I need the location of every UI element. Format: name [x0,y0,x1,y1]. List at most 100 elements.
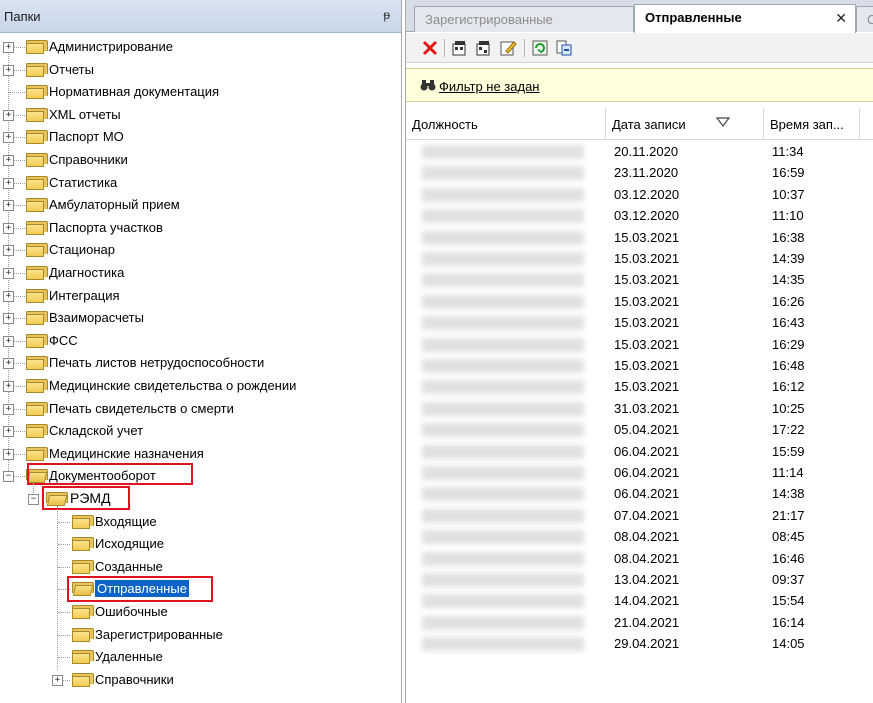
export-icon[interactable] [554,38,574,58]
close-icon[interactable]: ✕ [835,10,847,27]
redacted-cell [422,487,584,501]
tree-item[interactable]: + Паспорта участков [0,217,400,239]
tree-item[interactable]: Зарегистрированные [0,624,400,646]
table-row[interactable]: 06.04.2021 11:14 [406,462,873,484]
table-row[interactable]: 13.04.2021 09:37 [406,569,873,591]
expand-icon[interactable]: + [3,200,14,211]
expand-icon[interactable]: + [3,223,14,234]
table-row[interactable]: 15.03.2021 16:12 [406,376,873,398]
table-row[interactable]: 23.11.2020 16:59 [406,162,873,184]
tree-item[interactable]: Ошибочные [0,601,400,623]
tree-line [58,522,70,523]
tree-line [58,544,70,545]
refresh-icon[interactable] [530,38,550,58]
tab-registered[interactable]: Зарегистрированные [414,6,634,32]
tree-item[interactable]: + Справочники [0,669,400,691]
expand-icon[interactable]: + [3,178,14,189]
table-row[interactable]: 31.03.2021 10:25 [406,398,873,420]
tree-item[interactable]: Исходящие [0,533,400,555]
table-row[interactable]: 05.04.2021 17:22 [406,419,873,441]
column-header-position[interactable]: Должность [406,108,606,140]
tree-item[interactable]: + Печать свидетельств о смерти [0,398,400,420]
redacted-cell [422,402,584,416]
expand-icon[interactable]: + [3,381,14,392]
expand-icon[interactable]: + [3,245,14,256]
expand-icon[interactable]: + [3,155,14,166]
expand-icon[interactable]: + [3,336,14,347]
tree-item-label: Входящие [95,514,157,529]
properties-alt-icon[interactable] [474,38,494,58]
tree-item[interactable]: Входящие [0,511,400,533]
tree-item[interactable]: + Складской учет [0,420,400,442]
sort-down-icon[interactable] [715,116,731,131]
table-row[interactable]: 15.03.2021 16:48 [406,355,873,377]
expand-icon[interactable]: + [3,313,14,324]
table-row[interactable]: 15.03.2021 14:39 [406,248,873,270]
filter-link[interactable]: Фильтр не задан [439,79,540,94]
expand-icon[interactable]: + [3,358,14,369]
table-row[interactable]: 07.04.2021 21:17 [406,505,873,527]
tab-sent[interactable]: Отправленные ✕ [634,4,856,33]
table-row[interactable]: 29.04.2021 14:05 [406,633,873,655]
table-row[interactable]: 15.03.2021 14:35 [406,269,873,291]
date-cell: 31.03.2021 [614,401,680,416]
tree-item[interactable]: Созданные [0,556,400,578]
table-row[interactable]: 14.04.2021 15:54 [406,590,873,612]
table-row[interactable]: 15.03.2021 16:29 [406,334,873,356]
expand-icon[interactable]: + [3,449,14,460]
tree-item[interactable]: + Взаиморасчеты [0,307,400,329]
pin-icon[interactable]: ᵽ [383,8,390,22]
collapse-icon[interactable]: − [3,471,14,482]
tab-other[interactable]: С [856,6,873,32]
tree-item[interactable]: + Амбулаторный прием [0,194,400,216]
tree-item[interactable]: + Отчеты [0,59,400,81]
table-row[interactable]: 03.12.2020 11:10 [406,205,873,227]
delete-icon[interactable] [420,38,440,58]
expand-icon[interactable]: + [3,132,14,143]
table-row[interactable]: 06.04.2021 14:38 [406,483,873,505]
expand-icon[interactable]: + [3,404,14,415]
table-row[interactable]: 15.03.2021 16:43 [406,312,873,334]
table-row[interactable]: 08.04.2021 16:46 [406,548,873,570]
table-row[interactable]: 15.03.2021 16:38 [406,227,873,249]
expand-icon[interactable]: + [3,426,14,437]
expand-icon[interactable]: + [3,268,14,279]
tree-item[interactable]: + XML отчеты [0,104,400,126]
tree-item[interactable]: + Медицинские свидетельства о рождении [0,375,400,397]
properties-icon[interactable] [450,38,470,58]
tree-item[interactable]: + ФСС [0,330,400,352]
tree-item[interactable]: Удаленные [0,646,400,668]
tree-item-label: Созданные [95,559,163,574]
tree-item[interactable]: + Диагностика [0,262,400,284]
expand-icon[interactable]: + [52,675,63,686]
folder-icon [26,289,48,303]
tree-item[interactable]: + Медицинские назначения [0,443,400,465]
expand-icon[interactable]: + [3,65,14,76]
redacted-cell [422,316,584,330]
table-row[interactable]: 15.03.2021 16:26 [406,291,873,313]
table-row[interactable]: 03.12.2020 10:37 [406,184,873,206]
collapse-icon[interactable]: − [28,494,39,505]
column-header-time[interactable]: Время зап... [764,108,860,140]
tree-item[interactable]: Нормативная документация [0,81,400,103]
tree-item[interactable]: + Администрирование [0,36,400,58]
folder-icon [26,402,48,416]
table-row[interactable]: 08.04.2021 08:45 [406,526,873,548]
redacted-cell [422,252,584,266]
expand-icon[interactable]: + [3,110,14,121]
table-row[interactable]: 20.11.2020 11:34 [406,141,873,163]
tree-item[interactable]: + Интеграция [0,285,400,307]
expand-icon[interactable]: + [3,42,14,53]
tree-item[interactable]: + Паспорт МО [0,126,400,148]
expand-icon[interactable]: + [3,291,14,302]
edit-icon[interactable] [498,38,518,58]
tree-item[interactable]: + Справочники [0,149,400,171]
tree-item[interactable]: + Стационар [0,239,400,261]
tree-item[interactable]: + Статистика [0,172,400,194]
table-row[interactable]: 21.04.2021 16:14 [406,612,873,634]
tree-item-label: Ошибочные [95,604,168,619]
table-row[interactable]: 06.04.2021 15:59 [406,441,873,463]
tree-line [9,92,25,93]
tree-item[interactable]: + Печать листов нетрудоспособности [0,352,400,374]
column-header-date[interactable]: Дата записи [606,108,764,140]
